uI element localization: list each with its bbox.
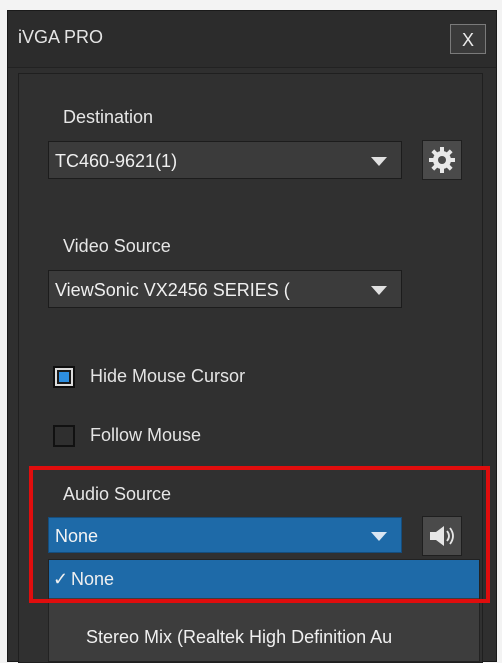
video-source-select[interactable]: ViewSonic VX2456 SERIES ( <box>48 270 402 308</box>
title-bar: iVGA PRO X <box>8 11 496 68</box>
settings-button[interactable] <box>422 140 462 180</box>
close-button[interactable]: X <box>450 24 486 54</box>
chevron-down-icon <box>371 286 387 295</box>
destination-value: TC460-9621(1) <box>55 151 178 171</box>
audio-source-select[interactable]: None <box>48 517 402 553</box>
follow-mouse-checkbox[interactable] <box>53 425 75 447</box>
gear-icon <box>429 147 455 173</box>
dropdown-option-stereo-mix[interactable]: Stereo Mix (Realtek High Definition Au <box>49 618 479 656</box>
destination-label: Destination <box>63 107 154 127</box>
chevron-down-icon <box>371 532 387 541</box>
window-title: iVGA PRO <box>18 27 104 47</box>
video-source-label: Video Source <box>63 236 171 256</box>
follow-mouse-label: Follow Mouse <box>90 425 202 445</box>
audio-source-value: None <box>55 526 99 546</box>
audio-source-label: Audio Source <box>63 484 172 504</box>
video-source-value: ViewSonic VX2456 SERIES ( <box>55 280 290 300</box>
speaker-icon <box>430 526 454 546</box>
dropdown-option-label: None <box>71 569 115 589</box>
hide-mouse-cursor-checkbox[interactable] <box>53 366 75 388</box>
dropdown-option-label: Stereo Mix (Realtek High Definition Au <box>86 627 393 647</box>
audio-volume-button[interactable] <box>422 516 462 556</box>
chevron-down-icon <box>371 157 387 166</box>
destination-select[interactable]: TC460-9621(1) <box>48 141 402 179</box>
hide-mouse-cursor-label: Hide Mouse Cursor <box>90 366 246 386</box>
dropdown-option-none[interactable]: ✓ None <box>49 560 479 598</box>
audio-source-dropdown: ✓ None Stereo Mix (Realtek High Definiti… <box>48 559 480 662</box>
checkmark-icon: ✓ <box>53 569 69 589</box>
